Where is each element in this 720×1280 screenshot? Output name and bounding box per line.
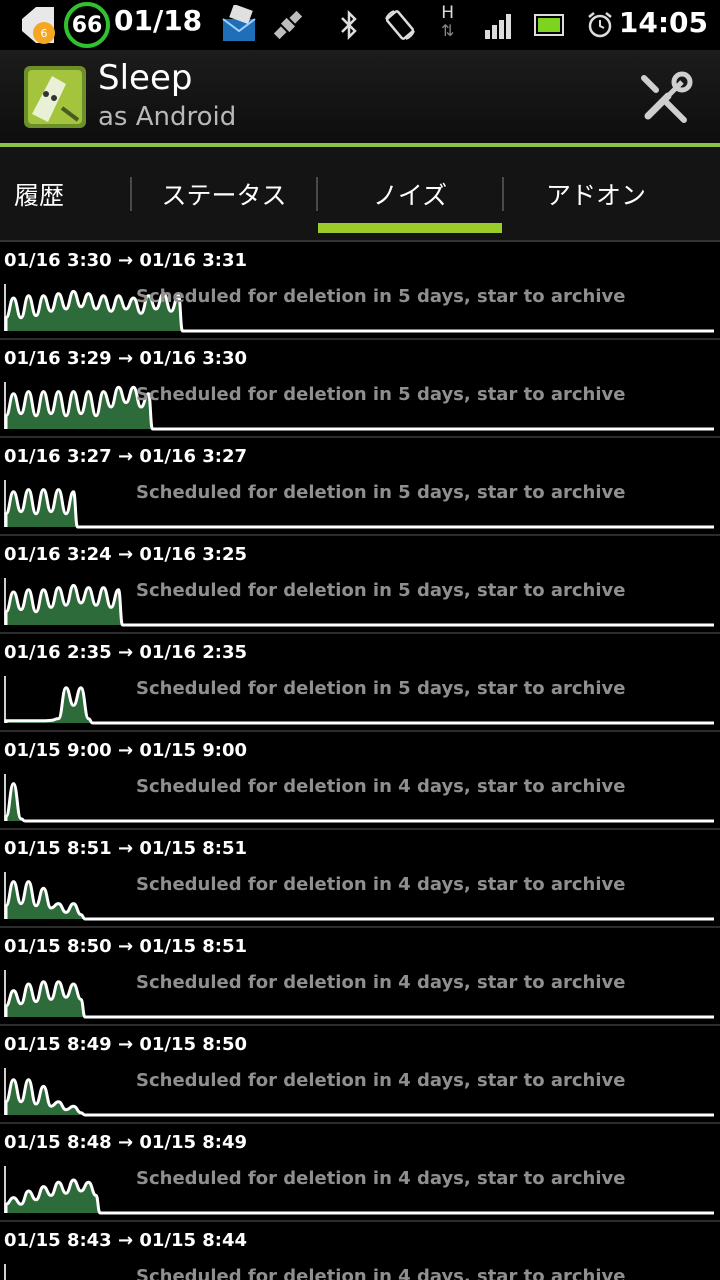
satellite-icon [266, 0, 310, 50]
battery-percent: 66 [64, 2, 110, 48]
status-bar: 6 66 01/18 H ⇅ 14:05 [0, 0, 720, 50]
recording-time-range: 01/15 9:00 → 01/15 9:00 [4, 740, 248, 761]
recording-item[interactable]: 01/15 8:43 → 01/15 8:44 Scheduled for del… [0, 1222, 720, 1280]
recording-time-range: 01/16 2:35 → 01/16 2:35 [4, 642, 248, 663]
recording-time-range: 01/16 3:27 → 01/16 3:27 [4, 446, 248, 467]
deletion-notice: Scheduled for deletion in 4 days, star t… [136, 1168, 626, 1189]
recording-time-range: 01/16 3:24 → 01/16 3:25 [4, 544, 248, 565]
deletion-notice: Scheduled for deletion in 4 days, star t… [136, 1266, 626, 1280]
recording-item[interactable]: 01/15 8:51 → 01/15 8:51 Scheduled for del… [0, 830, 720, 928]
recording-time-range: 01/16 3:30 → 01/16 3:31 [4, 250, 248, 271]
network-type: H ⇅ [441, 3, 455, 40]
action-bar: Sleep as Android [0, 50, 720, 144]
alarm-icon [582, 0, 618, 50]
deletion-notice: Scheduled for deletion in 4 days, star t… [136, 776, 626, 797]
deletion-notice: Scheduled for deletion in 5 days, star t… [136, 580, 626, 601]
recording-item[interactable]: 01/16 3:29 → 01/16 3:30 Scheduled for del… [0, 340, 720, 438]
status-time: 14:05 [618, 6, 708, 39]
deletion-notice: Scheduled for deletion in 5 days, star t… [136, 286, 626, 307]
tab-status[interactable]: ステータス [132, 147, 316, 241]
active-tab-indicator [318, 223, 502, 233]
recording-list[interactable]: 01/16 3:30 → 01/16 3:31 Scheduled for del… [0, 242, 720, 1280]
recording-item[interactable]: 01/16 3:27 → 01/16 3:27 Scheduled for del… [0, 438, 720, 536]
deletion-notice: Scheduled for deletion in 5 days, star t… [136, 678, 626, 699]
mail-icon [214, 0, 264, 50]
deletion-notice: Scheduled for deletion in 5 days, star t… [136, 384, 626, 405]
recording-time-range: 01/15 8:50 → 01/15 8:51 [4, 936, 248, 957]
tab-addons[interactable]: アドオン [504, 147, 688, 241]
recording-item[interactable]: 01/16 3:30 → 01/16 3:31 Scheduled for del… [0, 242, 720, 340]
tools-icon[interactable] [638, 70, 694, 126]
recording-item[interactable]: 01/16 3:24 → 01/16 3:25 Scheduled for del… [0, 536, 720, 634]
deletion-notice: Scheduled for deletion in 4 days, star t… [136, 972, 626, 993]
deletion-notice: Scheduled for deletion in 4 days, star t… [136, 874, 626, 895]
recording-time-range: 01/16 3:29 → 01/16 3:30 [4, 348, 248, 369]
deletion-notice: Scheduled for deletion in 5 days, star t… [136, 482, 626, 503]
app-logo-icon[interactable] [22, 64, 88, 130]
recording-time-range: 01/15 8:49 → 01/15 8:50 [4, 1034, 248, 1055]
recording-item[interactable]: 01/15 8:49 → 01/15 8:50 Scheduled for del… [0, 1026, 720, 1124]
signal-icon [482, 0, 518, 50]
recording-item[interactable]: 01/15 8:48 → 01/15 8:49 Scheduled for del… [0, 1124, 720, 1222]
deletion-notice: Scheduled for deletion in 4 days, star t… [136, 1070, 626, 1091]
recording-time-range: 01/15 8:43 → 01/15 8:44 [4, 1230, 248, 1251]
recording-time-range: 01/15 8:51 → 01/15 8:51 [4, 838, 248, 859]
battery-icon [532, 0, 568, 50]
status-date: 01/18 [114, 4, 203, 37]
recording-item[interactable]: 01/15 8:50 → 01/15 8:51 Scheduled for del… [0, 928, 720, 1026]
notification-badge-icon: 6 [14, 0, 62, 50]
recording-item[interactable]: 01/15 9:00 → 01/15 9:00 Scheduled for del… [0, 732, 720, 830]
recording-item[interactable]: 01/16 2:35 → 01/16 2:35 Scheduled for del… [0, 634, 720, 732]
bluetooth-icon [334, 0, 364, 50]
app-title: Sleep [98, 58, 193, 98]
tab-history[interactable]: 履歴 [0, 147, 78, 241]
tab-bar: 履歴 ステータス ノイズ アドオン [0, 147, 720, 241]
notification-count: 6 [41, 27, 48, 40]
recording-time-range: 01/15 8:48 → 01/15 8:49 [4, 1132, 248, 1153]
app-subtitle: as Android [98, 102, 237, 132]
rotate-icon [380, 0, 420, 50]
data-arrows-icon: ⇅ [441, 21, 455, 40]
